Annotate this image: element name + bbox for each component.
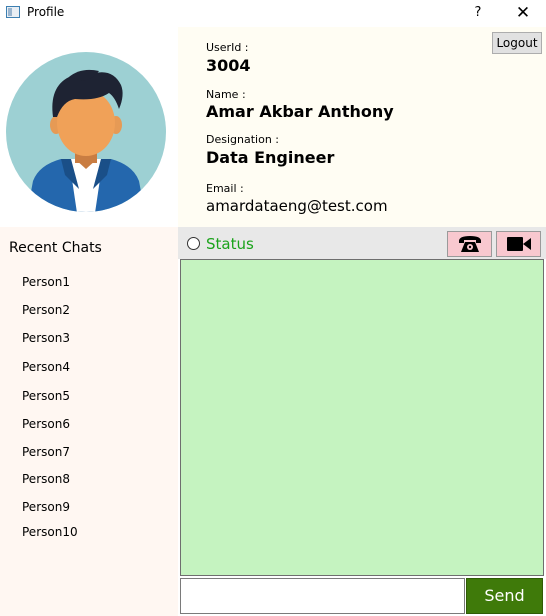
call-button[interactable] — [447, 231, 492, 257]
email-value: amardataeng@test.com — [206, 197, 388, 215]
recent-chats-sidebar: Recent Chats Person1 Person2 Person3 Per… — [0, 227, 178, 616]
email-label: Email : — [206, 182, 244, 195]
chat-item-person9[interactable]: Person9 — [22, 500, 70, 514]
chat-header: Status — [178, 227, 546, 259]
name-label: Name : — [206, 88, 246, 101]
avatar — [6, 52, 166, 212]
chat-item-person7[interactable]: Person7 — [22, 445, 70, 459]
video-call-button[interactable] — [496, 231, 541, 257]
message-input[interactable] — [180, 578, 465, 614]
send-button[interactable]: Send — [466, 578, 543, 614]
designation-label: Designation : — [206, 133, 279, 146]
designation-value: Data Engineer — [206, 148, 335, 167]
close-button[interactable]: ✕ — [508, 2, 538, 24]
window-title: Profile — [27, 5, 65, 19]
userid-value: 3004 — [206, 56, 251, 75]
chat-item-person4[interactable]: Person4 — [22, 360, 70, 374]
chat-item-person8[interactable]: Person8 — [22, 472, 70, 486]
chat-item-person6[interactable]: Person6 — [22, 417, 70, 431]
chat-item-person2[interactable]: Person2 — [22, 303, 70, 317]
status-label: Status — [206, 235, 254, 253]
avatar-panel — [0, 27, 178, 227]
video-camera-icon — [506, 237, 531, 251]
help-button[interactable]: ? — [466, 2, 490, 24]
chat-item-person5[interactable]: Person5 — [22, 389, 70, 403]
app-window-icon — [6, 6, 20, 18]
phone-icon — [458, 236, 481, 252]
chat-item-person10[interactable]: Person10 — [22, 525, 78, 539]
logout-button[interactable]: Logout — [492, 32, 542, 54]
title-bar: Profile ? ✕ — [0, 0, 546, 27]
chat-item-person1[interactable]: Person1 — [22, 275, 70, 289]
profile-info-panel: UserId : 3004 Name : Amar Akbar Anthony … — [178, 27, 546, 227]
chat-messages-area[interactable] — [180, 259, 544, 576]
status-radio[interactable] — [187, 237, 200, 250]
name-value: Amar Akbar Anthony — [206, 102, 394, 121]
chat-item-person3[interactable]: Person3 — [22, 331, 70, 345]
recent-chats-title: Recent Chats — [9, 240, 102, 256]
userid-label: UserId : — [206, 41, 249, 54]
